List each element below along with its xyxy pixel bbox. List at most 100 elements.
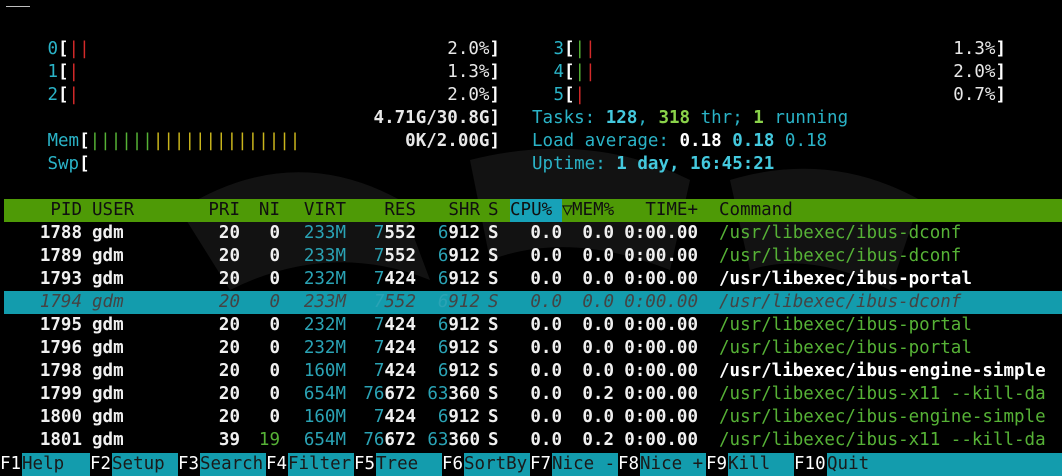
table-row-selected[interactable]: 1794 gdm 20 0 233M 7552 6912 S 0.0 0.0 0:00.00/usr… xyxy=(4,291,1062,314)
fkey-f10-label[interactable]: Quit xyxy=(827,453,1062,476)
cell-shr: 6912 xyxy=(437,292,480,312)
cell-res: 76672 xyxy=(363,384,416,404)
col-mem[interactable]: MEM% xyxy=(572,199,614,222)
fkey-f3-label[interactable]: Search xyxy=(200,453,266,476)
cell-command: /usr/libexec/ibus-x11 --kill-da xyxy=(719,430,1046,450)
cpu-meter-2: 2[| 2.0%] xyxy=(4,84,500,107)
cpu-percent: 2.0%] xyxy=(953,62,1006,82)
cell-cpu: 0.0 xyxy=(530,246,562,266)
fkey-f9-label[interactable]: Kill xyxy=(728,453,794,476)
cell-time: 0:00.00 xyxy=(624,223,698,243)
col-ni[interactable]: NI xyxy=(244,199,280,222)
running-count: 1 xyxy=(753,108,764,128)
window-top-line xyxy=(6,6,30,7)
cpu-percent: 2.0%] xyxy=(447,39,500,59)
cell-s: S xyxy=(488,407,499,427)
fkey-f7[interactable]: F7 xyxy=(530,453,552,476)
cell-shr: 6912 xyxy=(437,407,480,427)
cell-shr: 63360 xyxy=(427,384,480,404)
table-row[interactable]: 1798 gdm 20 0 160M 7424 6912 S 0.0 0.0 0:00.00/usr… xyxy=(4,360,1062,383)
cell-cpu: 0.0 xyxy=(530,407,562,427)
cell-virt: 233M xyxy=(303,246,346,266)
cpu-meter-4: 4[|| 2.0%] xyxy=(532,61,1006,84)
cell-pri: 20 xyxy=(218,361,240,381)
cell-s: S xyxy=(488,269,499,289)
threads-count: 318 xyxy=(658,108,691,128)
fkey-f6-label[interactable]: SortBy xyxy=(464,453,530,476)
cell-mem: 0.2 xyxy=(582,384,614,404)
cell-pid: 1800 xyxy=(39,407,82,427)
fkey-f8[interactable]: F8 xyxy=(618,453,640,476)
cpu-meter-3: 3[|| 1.3%] xyxy=(532,38,1006,61)
col-virt[interactable]: VIRT xyxy=(284,199,346,222)
col-command[interactable]: Command xyxy=(719,199,793,222)
cell-pid: 1794 xyxy=(39,292,82,312)
col-shr[interactable]: SHR xyxy=(422,199,480,222)
table-row[interactable]: 1793 gdm 20 0 232M 7424 6912 S 0.0 0.0 0:00.00/usr… xyxy=(4,268,1062,291)
cell-user: gdm xyxy=(92,315,124,335)
table-row[interactable]: 1799 gdm 20 0 654M 76672 63360 S 0.0 0.2 0:00.00/u… xyxy=(4,383,1062,406)
cell-pri: 20 xyxy=(218,407,240,427)
cell-ni: 0 xyxy=(269,315,280,335)
load-5min: 0.18 xyxy=(732,131,775,151)
cell-command: /usr/libexec/ibus-dconf xyxy=(719,223,962,243)
fkey-f9[interactable]: F9 xyxy=(706,453,728,476)
table-row[interactable]: 1796 gdm 20 0 232M 7424 6912 S 0.0 0.0 0:00.00/usr… xyxy=(4,337,1062,360)
cell-res: 7424 xyxy=(373,315,416,335)
cell-cpu: 0.0 xyxy=(530,384,562,404)
col-res[interactable]: RES xyxy=(350,199,416,222)
col-cpu-sorted[interactable]: CPU% xyxy=(510,199,562,222)
table-row[interactable]: 1801 gdm 39 19 654M 76672 63360 S 0.0 0.2 0:00.00 /… xyxy=(4,429,1062,452)
col-pri[interactable]: PRI xyxy=(192,199,240,222)
fkey-f4[interactable]: F4 xyxy=(266,453,288,476)
cell-s: S xyxy=(488,223,499,243)
fkey-f5[interactable]: F5 xyxy=(354,453,376,476)
cell-s: S xyxy=(488,338,499,358)
table-row[interactable]: 1800 gdm 20 0 160M 7424 6912 S 0.0 0.0 0:00.00/usr… xyxy=(4,406,1062,429)
tasks-line: Tasks: 128, 318 thr; 1 running xyxy=(532,108,849,128)
cell-command: /usr/libexec/ibus-engine-simple xyxy=(719,407,1046,427)
col-time[interactable]: TIME+ xyxy=(618,199,698,222)
fkey-f8-label[interactable]: Nice + xyxy=(640,453,706,476)
fkey-f6[interactable]: F6 xyxy=(442,453,464,476)
cpu-percent: 0.7%] xyxy=(953,85,1006,105)
fkey-f4-label[interactable]: Filter xyxy=(288,453,354,476)
col-user[interactable]: USER xyxy=(92,199,134,222)
sort-descending-icon: ▽ xyxy=(562,200,573,220)
cell-user: gdm xyxy=(92,223,124,243)
fkey-f2[interactable]: F2 xyxy=(90,453,112,476)
cpu-bracket-open: [ xyxy=(58,39,69,59)
col-state[interactable]: S xyxy=(488,199,499,222)
fkey-f7-label[interactable]: Nice - xyxy=(552,453,618,476)
col-pid[interactable]: PID xyxy=(4,199,82,222)
cell-res: 7424 xyxy=(373,361,416,381)
cpu-bar-segment: | xyxy=(574,39,586,59)
cell-command: /usr/libexec/ibus-dconf xyxy=(719,292,962,312)
cell-res: 7424 xyxy=(373,269,416,289)
table-row[interactable]: 1795 gdm 20 0 232M 7424 6912 S 0.0 0.0 0:00.00/usr… xyxy=(4,314,1062,337)
cpu-label: 4 xyxy=(553,62,564,82)
table-row[interactable]: 1789 gdm 20 0 233M 7552 6912 S 0.0 0.0 0:00.00/usr… xyxy=(4,245,1062,268)
cell-ni: 0 xyxy=(269,361,280,381)
cell-shr: 6912 xyxy=(437,269,480,289)
cell-s: S xyxy=(488,246,499,266)
cell-mem: 0.0 xyxy=(582,315,614,335)
cell-s: S xyxy=(488,292,499,312)
cell-mem: 0.0 xyxy=(582,246,614,266)
cell-ni: 0 xyxy=(269,292,280,312)
table-row[interactable]: 1788 gdm 20 0 233M 7552 6912 S 0.0 0.0 0:00.00/usr… xyxy=(4,222,1062,245)
cell-pri: 20 xyxy=(218,246,240,266)
fkey-f10[interactable]: F10 xyxy=(794,453,826,476)
fkey-f5-label[interactable]: Tree xyxy=(376,453,442,476)
fkey-f3[interactable]: F3 xyxy=(178,453,200,476)
cell-pid: 1796 xyxy=(39,338,82,358)
fkey-f2-label[interactable]: Setup xyxy=(112,453,178,476)
cell-time: 0:00.00 xyxy=(624,384,698,404)
cell-command: /usr/libexec/ibus-portal xyxy=(719,338,972,358)
fkey-f1[interactable]: F1 xyxy=(0,453,22,476)
cpu-bar-segment: | xyxy=(585,39,596,59)
cell-mem: 0.0 xyxy=(582,361,614,381)
cell-time: 0:00.00 xyxy=(624,315,698,335)
cell-res: 7424 xyxy=(373,407,416,427)
fkey-f1-label[interactable]: Help xyxy=(22,453,90,476)
